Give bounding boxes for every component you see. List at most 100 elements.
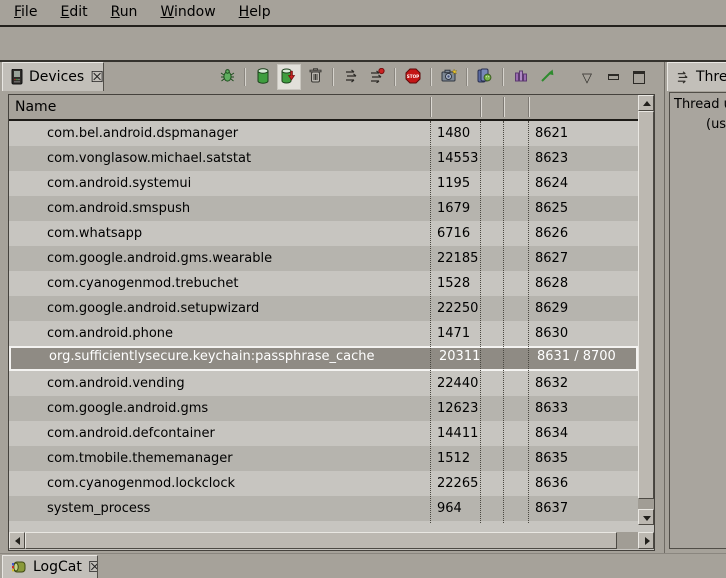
device-row[interactable]: com.google.android.gms.wearable221858627: [9, 246, 638, 271]
column-divider[interactable]: [528, 97, 530, 117]
devices-tab-row: Devices ☒: [0, 62, 660, 92]
update-heap-button[interactable]: [251, 64, 275, 90]
maximize-view-button[interactable]: [627, 64, 651, 90]
cell-port: 8626: [535, 221, 635, 246]
device-row-selected[interactable]: org.sufficientlysecure.keychain:passphra…: [9, 346, 638, 371]
tab-devices-close-icon[interactable]: ☒: [90, 68, 103, 86]
cell-port: 8630: [535, 321, 635, 346]
start-method-profiling-button[interactable]: [365, 64, 389, 90]
cell-pid: 22265: [437, 471, 479, 496]
start-tracer-icon: [540, 68, 555, 86]
ui-hierarchy-button[interactable]: [473, 64, 497, 90]
cell-port: 8628: [535, 271, 635, 296]
tab-threads[interactable]: Threads: [667, 62, 726, 91]
device-row[interactable]: com.android.defcontainer144118634: [9, 421, 638, 446]
minimize-view-button[interactable]: [601, 64, 625, 90]
toolbar-separator: [430, 68, 432, 86]
start-tracer-button[interactable]: [535, 64, 559, 90]
cell-port: 8625: [535, 196, 635, 221]
cell-name: com.tmobile.thememanager: [47, 446, 425, 471]
tab-logcat-close-icon[interactable]: ☒: [88, 558, 98, 576]
device-row[interactable]: system_process9648637: [9, 496, 638, 521]
cell-pid: 14411: [437, 421, 479, 446]
tab-devices[interactable]: Devices ☒: [2, 62, 104, 91]
devices-table: Name system_process9648637com.cyanogenmo…: [8, 94, 655, 551]
device-row[interactable]: com.tmobile.thememanager15128635: [9, 446, 638, 471]
cell-pid: 1512: [437, 446, 479, 471]
cell-port: 8631 / 8700: [537, 346, 637, 367]
view-menu-icon: ▽: [582, 71, 592, 84]
cell-name: com.cyanogenmod.trebuchet: [47, 271, 425, 296]
screen-capture-icon: [441, 68, 457, 86]
menu-help[interactable]: Help: [231, 3, 279, 22]
arrow-left-icon: [15, 537, 20, 545]
cell-pid: 22250: [437, 296, 479, 321]
devices-toolbar: STOP: [214, 63, 652, 91]
tab-logcat-label: LogCat: [33, 559, 82, 575]
device-row[interactable]: com.vonglasow.michael.satstat145538623: [9, 146, 638, 171]
device-row[interactable]: com.google.android.setupwizard222508629: [9, 296, 638, 321]
scroll-up-button[interactable]: [638, 95, 654, 111]
maximize-icon: [633, 71, 645, 84]
tab-logcat[interactable]: LogCat ☒: [2, 555, 98, 578]
device-row[interactable]: com.android.vending224408632: [9, 371, 638, 396]
device-row[interactable]: com.cyanogenmod.trebuchet 1528 8628: [9, 271, 638, 296]
update-threads-icon: [344, 68, 359, 86]
column-header-name[interactable]: Name: [15, 99, 56, 115]
screen-capture-button[interactable]: [437, 64, 461, 90]
column-divider[interactable]: [503, 97, 505, 117]
column-divider[interactable]: [430, 97, 432, 117]
devices-view: Devices ☒: [0, 62, 660, 553]
stop-process-button[interactable]: STOP: [401, 64, 425, 90]
cell-pid: 1528: [437, 271, 479, 296]
device-phone-icon: [11, 69, 23, 85]
column-divider[interactable]: [480, 97, 482, 117]
cell-port: 8637: [535, 496, 635, 521]
device-row[interactable]: com.cyanogenmod.lockclock222658636: [9, 471, 638, 496]
start-method-profiling-icon: [370, 68, 385, 86]
table-body: system_process9648637com.cyanogenmod.loc…: [9, 121, 638, 523]
ui-hierarchy-icon: [477, 68, 493, 86]
device-row[interactable]: com.whatsapp 6716 8626: [9, 221, 638, 246]
vertical-scroll-thumb[interactable]: [638, 111, 654, 499]
cell-port: 8623: [535, 146, 635, 171]
vertical-scrollbar[interactable]: [638, 95, 654, 525]
arrow-down-icon: [643, 516, 651, 521]
dump-hprof-icon: [281, 68, 297, 87]
main-toolbar-strip: [0, 27, 726, 62]
minimize-icon: [608, 74, 619, 80]
debug-process-icon: [220, 68, 235, 86]
cause-gc-button[interactable]: [303, 64, 327, 90]
cell-pid: 22440: [437, 371, 479, 396]
cell-name: com.google.android.setupwizard: [47, 296, 425, 321]
cell-port: 8624: [535, 171, 635, 196]
toolbar-separator: [332, 68, 334, 86]
cell-name: org.sufficientlysecure.keychain:passphra…: [49, 346, 427, 367]
update-threads-button[interactable]: [339, 64, 363, 90]
menu-run[interactable]: Run: [103, 3, 146, 22]
scroll-left-button[interactable]: [9, 532, 25, 549]
device-row[interactable]: com.bel.android.dspmanager14808621: [9, 121, 638, 146]
view-menu-button[interactable]: ▽: [575, 64, 599, 90]
device-row[interactable]: com.google.android.gms126238633: [9, 396, 638, 421]
dump-hprof-button[interactable]: [277, 64, 301, 90]
horizontal-scroll-thumb[interactable]: [25, 532, 617, 549]
threads-content: Thread updates not enabled for selected …: [669, 92, 726, 549]
cell-pid: 6716: [437, 221, 479, 246]
cell-name: com.whatsapp: [47, 221, 425, 246]
menu-window[interactable]: Window: [152, 3, 223, 22]
table-header[interactable]: Name: [9, 95, 654, 121]
debug-process-button[interactable]: [215, 64, 239, 90]
toolbar-separator: [502, 68, 504, 86]
menu-file[interactable]: File: [6, 3, 45, 22]
system-info-button[interactable]: [509, 64, 533, 90]
scroll-down-button[interactable]: [638, 509, 654, 525]
horizontal-scrollbar[interactable]: [9, 532, 654, 549]
menu-edit[interactable]: Edit: [52, 3, 95, 22]
device-row[interactable]: com.android.smspush16798625: [9, 196, 638, 221]
cell-name: com.android.smspush: [47, 196, 425, 221]
device-row[interactable]: com.android.systemui11958624: [9, 171, 638, 196]
scroll-right-button[interactable]: [638, 532, 654, 549]
cell-name: com.android.defcontainer: [47, 421, 425, 446]
device-row[interactable]: com.android.phone14718630: [9, 321, 638, 346]
